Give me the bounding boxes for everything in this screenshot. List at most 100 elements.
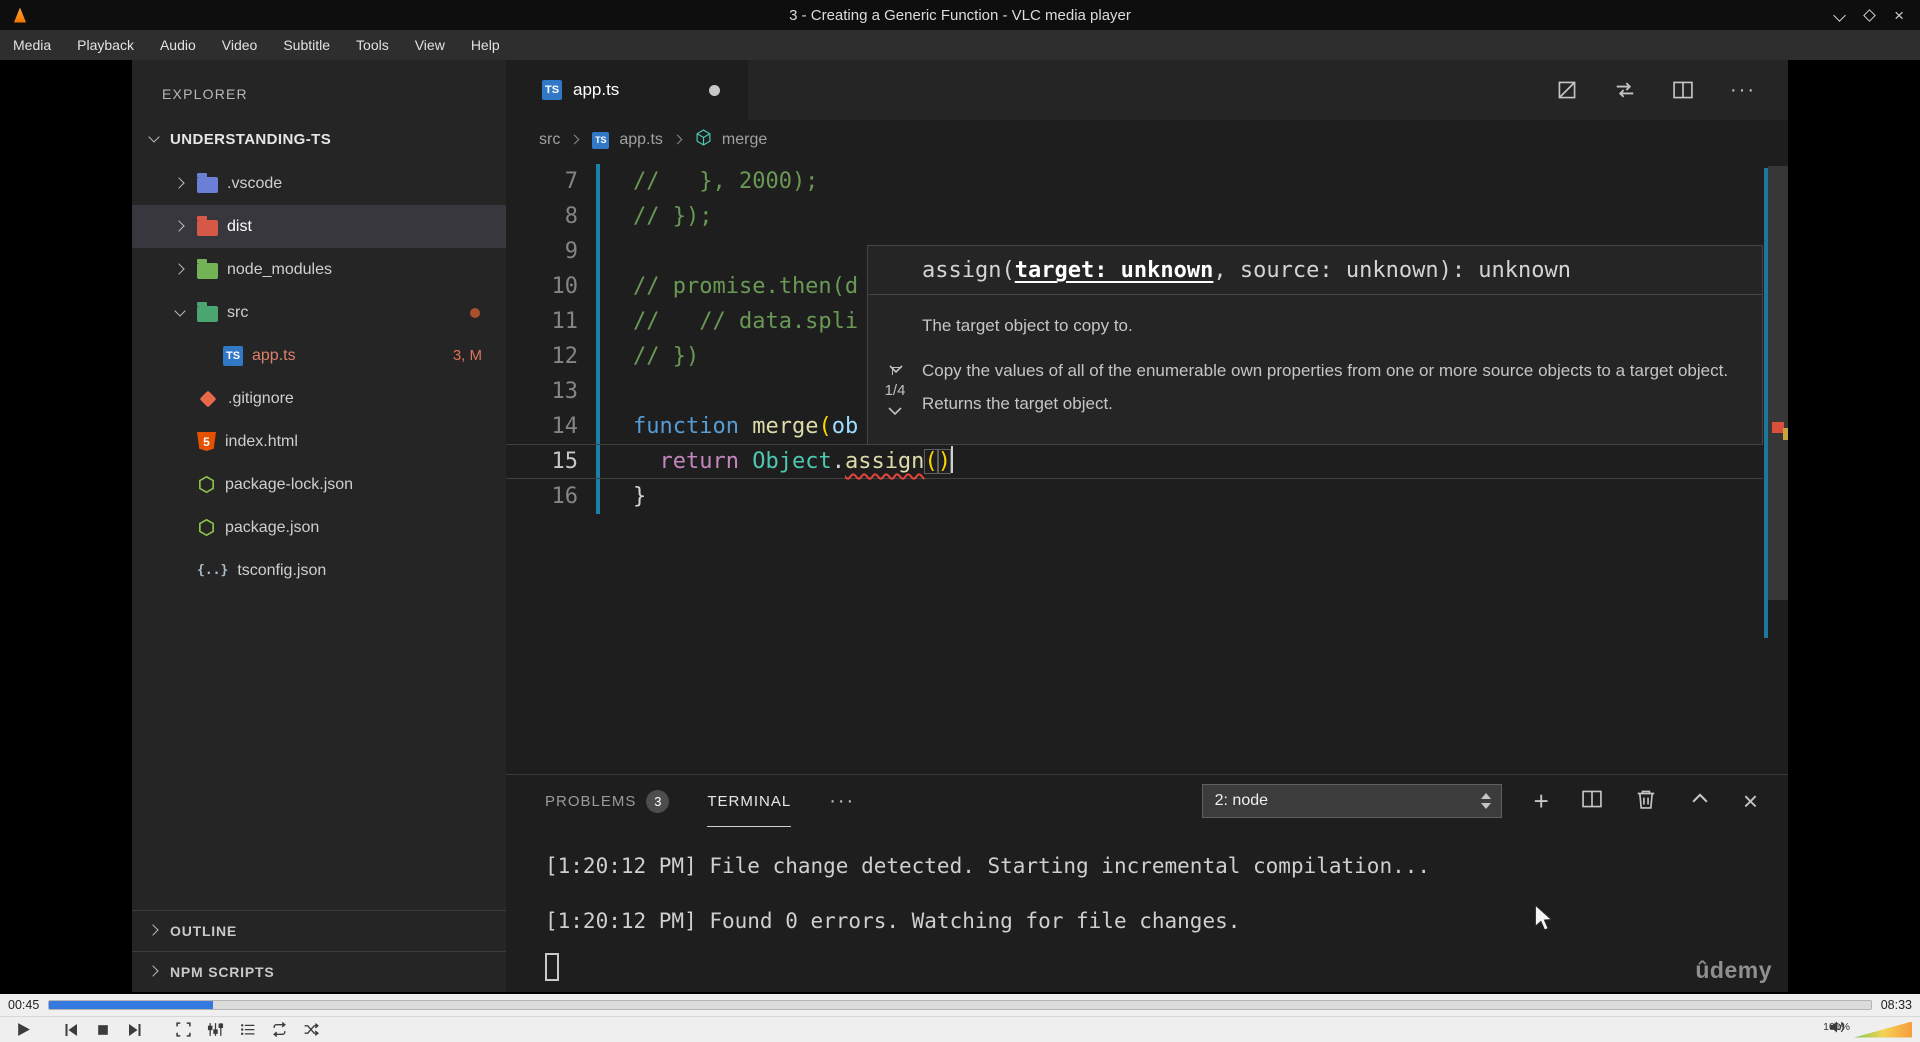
- item-label: app.ts: [252, 346, 296, 364]
- tab-appts[interactable]: TS app.ts: [506, 60, 748, 120]
- menu-tools[interactable]: Tools: [343, 30, 402, 60]
- code-line[interactable]: 7 // }, 2000);: [506, 164, 1763, 199]
- loop-button[interactable]: [264, 1018, 294, 1042]
- sidebar-item-package[interactable]: package.json: [132, 506, 506, 549]
- sidebar-item-tsconfig[interactable]: {..} tsconfig.json: [132, 549, 506, 592]
- overview-warning-marker: [1783, 428, 1788, 440]
- random-button[interactable]: [296, 1018, 326, 1042]
- maximize-panel-icon[interactable]: [1689, 788, 1711, 815]
- chevron-down-icon: [172, 305, 188, 321]
- unsaved-dot-icon[interactable]: [709, 84, 720, 96]
- window-close-icon[interactable]: ×: [1894, 7, 1904, 24]
- volume-slider[interactable]: [1854, 1021, 1912, 1038]
- play-button[interactable]: [8, 1018, 38, 1042]
- terminal-output[interactable]: [1:20:12 PM] File change detected. Start…: [545, 839, 1430, 949]
- seek-bar[interactable]: [48, 1000, 1872, 1010]
- panel-header: PROBLEMS 3 TERMINAL ··· 2: node + ×: [506, 775, 1788, 827]
- line-number: 14: [551, 414, 579, 439]
- breadcrumb-symbol[interactable]: merge: [722, 131, 767, 149]
- code-text: merge: [752, 414, 819, 439]
- tab-problems[interactable]: PROBLEMS 3: [545, 775, 670, 827]
- close-panel-icon[interactable]: ×: [1743, 788, 1758, 814]
- outline-section[interactable]: OUTLINE: [132, 910, 506, 951]
- signature-prev-icon[interactable]: [887, 362, 903, 378]
- stop-button[interactable]: [88, 1018, 118, 1042]
- window-minimize-icon[interactable]: [1834, 10, 1845, 21]
- title-bar: 3 - Creating a Generic Function - VLC me…: [0, 0, 1920, 30]
- sidebar-item-gitignore[interactable]: .gitignore: [132, 377, 506, 420]
- section-label: NPM SCRIPTS: [170, 964, 275, 980]
- menu-view[interactable]: View: [402, 30, 458, 60]
- problems-count-badge: 3: [646, 789, 670, 813]
- param-doc: The target object to copy to.: [922, 316, 1133, 335]
- bottom-panel: PROBLEMS 3 TERMINAL ··· 2: node + × [1:2…: [506, 774, 1788, 992]
- playlist-button[interactable]: [232, 1018, 262, 1042]
- code-text: // });: [633, 204, 713, 229]
- split-editor-icon[interactable]: [1672, 79, 1694, 101]
- sidebar-item-src[interactable]: src: [132, 291, 506, 334]
- editor-tab-bar: TS app.ts ···: [506, 60, 1788, 120]
- breadcrumb-src[interactable]: src: [539, 131, 560, 149]
- code-line-current[interactable]: 15 return Object.assign(): [506, 444, 1763, 479]
- signature-next-icon[interactable]: [888, 403, 902, 420]
- code-text: ): [937, 449, 951, 474]
- npm-scripts-section[interactable]: NPM SCRIPTS: [132, 951, 506, 992]
- fullscreen-button[interactable]: [168, 1018, 198, 1042]
- problems-modified-badge: 3, M: [452, 347, 482, 364]
- modified-dot-icon: [470, 307, 480, 318]
- select-arrows-icon: [1480, 793, 1491, 809]
- new-terminal-icon[interactable]: +: [1534, 788, 1549, 814]
- sidebar-item-node-modules[interactable]: node_modules: [132, 248, 506, 291]
- signature-line: assign(target: unknown, source: unknown)…: [868, 246, 1762, 295]
- menu-audio[interactable]: Audio: [147, 30, 209, 60]
- item-label: package-lock.json: [225, 475, 354, 493]
- breadcrumb-file[interactable]: app.ts: [619, 131, 663, 149]
- code-editor[interactable]: 7 // }, 2000); 8 // }); 9 10 // promise.the…: [506, 160, 1788, 774]
- line-number: 11: [551, 309, 579, 334]
- kill-terminal-icon[interactable]: [1635, 788, 1657, 815]
- terminal-selector[interactable]: 2: node: [1201, 784, 1502, 818]
- sidebar-item-indexhtml[interactable]: 5 index.html: [132, 420, 506, 463]
- sidebar-item-appts[interactable]: TS app.ts 3, M: [132, 334, 506, 377]
- folder-icon: [197, 302, 218, 322]
- text-cursor: [950, 446, 953, 473]
- line-number: 12: [551, 344, 579, 369]
- editor-scrollbar[interactable]: [1768, 166, 1788, 600]
- menu-subtitle[interactable]: Subtitle: [270, 30, 343, 60]
- next-button[interactable]: [120, 1018, 150, 1042]
- previous-button[interactable]: [56, 1018, 86, 1042]
- chevron-right-icon: [146, 964, 162, 980]
- breadcrumb: src TS app.ts merge: [506, 120, 1788, 160]
- code-line[interactable]: 8 // });: [506, 199, 1763, 234]
- menu-playback[interactable]: Playback: [64, 30, 147, 60]
- html5-icon: 5: [197, 432, 216, 451]
- seek-row: 00:45 08:33: [0, 994, 1920, 1016]
- compare-changes-icon[interactable]: [1614, 79, 1636, 101]
- typescript-icon: TS: [592, 131, 610, 149]
- sidebar-item-vscode[interactable]: .vscode: [132, 162, 506, 205]
- code-text: (: [924, 449, 938, 474]
- window-maximize-icon[interactable]: [1863, 8, 1876, 22]
- sidebar-item-dist[interactable]: dist: [132, 205, 506, 248]
- code-text: // }, 2000);: [633, 169, 819, 194]
- code-text: (: [818, 414, 832, 439]
- signature-active-param: target: unknown: [1014, 258, 1214, 283]
- sidebar-item-package-lock[interactable]: package-lock.json: [132, 463, 506, 506]
- project-name: UNDERSTANDING-TS: [170, 130, 332, 148]
- terminal-label: TERMINAL: [707, 792, 792, 810]
- more-actions-icon[interactable]: ···: [1730, 79, 1756, 102]
- menu-video[interactable]: Video: [209, 30, 271, 60]
- tab-terminal[interactable]: TERMINAL: [707, 775, 791, 827]
- open-changes-icon[interactable]: [1556, 79, 1578, 101]
- code-line[interactable]: 16}: [506, 479, 1763, 514]
- split-terminal-icon[interactable]: [1581, 788, 1603, 815]
- more-panel-tabs-icon[interactable]: ···: [829, 790, 855, 813]
- braces-icon: {..}: [197, 563, 229, 578]
- menu-media[interactable]: Media: [0, 30, 64, 60]
- project-root-row[interactable]: UNDERSTANDING-TS: [132, 124, 506, 154]
- menu-help[interactable]: Help: [458, 30, 513, 60]
- video-area[interactable]: EXPLORER UNDERSTANDING-TS .vscode dist n…: [0, 60, 1920, 994]
- extended-settings-button[interactable]: [200, 1018, 230, 1042]
